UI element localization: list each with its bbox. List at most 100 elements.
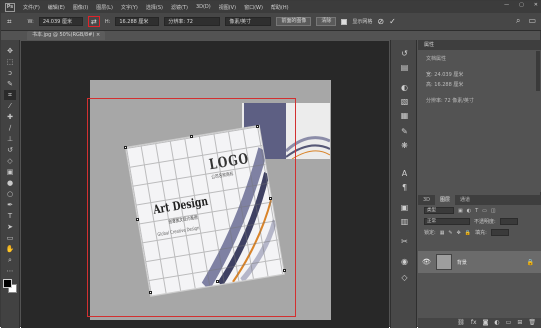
menu-edit[interactable]: 编辑(E) <box>48 4 65 11</box>
blend-row: 正常 不透明度: <box>418 216 541 227</box>
eyedropper-tool-icon[interactable]: ⁄ <box>4 101 16 111</box>
swatches-icon[interactable]: ▦ <box>399 110 410 121</box>
paragraph-icon[interactable]: ¶ <box>399 182 410 193</box>
transform-handle-bottom-left[interactable] <box>149 291 152 294</box>
resolution-unit-select[interactable]: 像素/英寸 <box>225 17 272 26</box>
visibility-eye-icon[interactable]: 👁 <box>422 258 431 266</box>
transform-handle-top-left[interactable] <box>124 146 127 149</box>
dodge-tool-icon[interactable]: ○ <box>4 189 16 199</box>
width-field[interactable]: 24.039 厘米 <box>38 17 83 26</box>
search-icon[interactable]: ⌕ <box>516 16 520 26</box>
stamp-tool-icon[interactable]: ⊥ <box>4 134 16 144</box>
channels-icon[interactable]: ◉ <box>399 256 410 267</box>
properties-icon[interactable]: ▤ <box>399 62 410 73</box>
blur-tool-icon[interactable]: ● <box>4 178 16 188</box>
gradient-tool-icon[interactable]: ▣ <box>4 167 16 177</box>
transform-handle-bottom[interactable] <box>216 280 219 283</box>
show-grid-checkbox[interactable] <box>341 18 348 25</box>
filter-shape-icon[interactable]: ▭ <box>482 208 487 214</box>
commit-icon[interactable]: ✓ <box>389 17 396 26</box>
menu-window[interactable]: 窗口(W) <box>244 4 263 11</box>
move-tool-icon[interactable]: ✥ <box>4 46 16 56</box>
brush-settings-icon[interactable]: ✎ <box>399 126 410 137</box>
styles-icon[interactable]: ▧ <box>399 96 410 107</box>
crop-tool-icon[interactable]: ⌗ <box>4 90 16 100</box>
tab-channels[interactable]: 通道 <box>455 195 475 205</box>
clear-button[interactable]: 清除 <box>316 17 337 26</box>
shape-tool-icon[interactable]: ▭ <box>4 233 16 243</box>
paths-icon[interactable]: ◇ <box>399 272 410 283</box>
opacity-field[interactable] <box>499 218 518 225</box>
front-image-button[interactable]: 前面的图像 <box>276 17 312 26</box>
menu-layer[interactable]: 图层(L) <box>96 4 113 11</box>
lasso-tool-icon[interactable]: ↄ <box>4 68 16 78</box>
transform-handle-top-right[interactable] <box>256 125 259 128</box>
close-button[interactable]: ✕ <box>534 2 538 8</box>
show-grid-label: 显示网格 <box>352 19 373 25</box>
crop-tool-icon[interactable]: ⌗ <box>7 17 12 27</box>
character-icon[interactable]: A <box>399 168 410 179</box>
resolution-field[interactable]: 分辨率: 72 <box>164 17 221 26</box>
filter-adjust-icon[interactable]: ◐ <box>467 208 471 214</box>
lock-pixels-icon[interactable]: ▦ <box>440 230 445 236</box>
layer-kind-filter[interactable]: 类型 <box>424 207 454 214</box>
layer-lock-icon: 🔒 <box>526 258 534 266</box>
tab-layers[interactable]: 图层 <box>435 195 456 205</box>
properties-scrollbar[interactable] <box>536 51 540 91</box>
tab-3d[interactable]: 3D <box>418 195 435 205</box>
properties-doc-label: 文档属性 <box>426 56 447 62</box>
tool-presets-icon[interactable]: ✂ <box>399 236 410 247</box>
layer-comps-icon[interactable]: ▥ <box>399 216 410 227</box>
lock-move-icon[interactable]: ✥ <box>457 230 461 236</box>
app-logo: Ps <box>5 2 15 12</box>
history-brush-tool-icon[interactable]: ↺ <box>4 145 16 155</box>
menu-type[interactable]: 文字(Y) <box>121 4 138 11</box>
transform-handle-top[interactable] <box>190 135 193 138</box>
menu-image[interactable]: 图像(I) <box>73 4 88 11</box>
lock-paint-icon[interactable]: ✎ <box>448 230 452 236</box>
transform-handle-left[interactable] <box>136 218 139 221</box>
transform-handle-right[interactable] <box>269 197 272 200</box>
menu-select[interactable]: 选择(S) <box>146 4 163 11</box>
type-tool-icon[interactable]: T <box>4 211 16 221</box>
path-select-tool-icon[interactable]: ➤ <box>4 222 16 232</box>
quick-select-tool-icon[interactable]: ✎ <box>4 79 16 89</box>
pen-tool-icon[interactable]: ✒ <box>4 200 16 210</box>
adjustments-icon[interactable]: ◐ <box>399 82 410 93</box>
menu-filter[interactable]: 滤镜(T) <box>171 4 188 11</box>
fill-field[interactable] <box>490 229 509 236</box>
brush-tool-icon[interactable]: ∕ <box>4 123 16 133</box>
healing-tool-icon[interactable]: ✚ <box>4 112 16 122</box>
height-field[interactable]: 16.288 厘米 <box>115 17 160 26</box>
history-icon[interactable]: ↺ <box>399 48 410 59</box>
layer-row-background[interactable]: 👁 背景 🔒 <box>418 251 541 273</box>
foreground-color-swatch[interactable] <box>3 279 12 288</box>
properties-resolution-row: 分辨率: 72 像素/英寸 <box>426 98 474 104</box>
lock-all-icon[interactable]: 🔒 <box>465 230 471 236</box>
minimize-button[interactable]: — <box>504 2 509 8</box>
workspace-icon[interactable]: ▭ <box>528 16 536 26</box>
color-swatches[interactable] <box>3 279 17 293</box>
menu-3d[interactable]: 3D(D) <box>196 4 211 10</box>
menu-file[interactable]: 文件(F) <box>23 4 40 11</box>
menu-help[interactable]: 帮助(H) <box>271 4 289 11</box>
brushes-icon[interactable]: ❋ <box>399 140 410 151</box>
marquee-tool-icon[interactable]: ⬚ <box>4 57 16 67</box>
more-tools-icon[interactable]: ⋯ <box>4 266 16 276</box>
blend-mode-select[interactable]: 正常 <box>424 218 470 225</box>
libraries-icon[interactable]: ▣ <box>399 202 410 213</box>
zoom-tool-icon[interactable]: ⌕ <box>4 255 16 265</box>
cancel-icon[interactable]: ⊘ <box>377 17 384 26</box>
hand-tool-icon[interactable]: ✋ <box>4 244 16 254</box>
transform-handle-bottom-right[interactable] <box>283 269 286 272</box>
filter-type-icon[interactable]: T <box>475 208 478 214</box>
menu-view[interactable]: 视图(V) <box>219 4 236 11</box>
swap-dimensions-icon[interactable]: ⇄ <box>87 16 100 27</box>
layers-panel-tabs: 3D 图层 通道 <box>418 195 541 205</box>
eraser-tool-icon[interactable]: ◇ <box>4 156 16 166</box>
filter-smart-icon[interactable]: ◫ <box>491 208 496 214</box>
filter-pixel-icon[interactable]: ▣ <box>458 208 463 214</box>
crop-bounding-box[interactable] <box>87 98 296 317</box>
maximize-button[interactable]: ▢ <box>519 2 524 8</box>
document-tab[interactable]: 书本.jpg @ 50%(RGB/8#) × <box>27 31 106 40</box>
